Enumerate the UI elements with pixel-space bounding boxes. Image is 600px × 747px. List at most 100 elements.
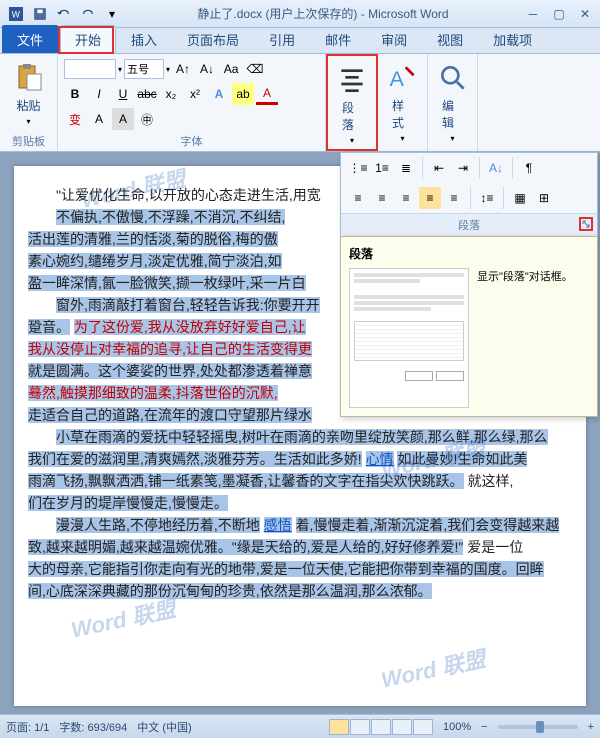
strikethrough-icon[interactable]: abc (136, 83, 158, 105)
group-editing: 编辑 ▾ (428, 54, 478, 151)
flyout-label-text: 段落 (458, 220, 480, 232)
zoom-in-icon[interactable]: + (588, 721, 594, 733)
qat-dropdown-icon[interactable]: ▾ (102, 4, 122, 24)
underline-icon[interactable]: U (112, 83, 134, 105)
web-layout-view-icon[interactable] (371, 719, 391, 735)
doc-text: 漫漫人生路,不停地经历着,不断地 (56, 517, 260, 533)
zoom-slider[interactable] (498, 725, 578, 729)
tab-review[interactable]: 审阅 (366, 25, 422, 53)
paragraph-dialog-launcher[interactable] (579, 217, 593, 231)
shading-icon[interactable]: ▦ (509, 187, 531, 209)
superscript-icon[interactable]: x² (184, 83, 206, 105)
ribbon: 粘贴 ▾ 剪贴板 ▾ 五号 ▾ A↑ A↓ Aa ⌫ B I U abc x (0, 54, 600, 152)
line-spacing-icon[interactable]: ↕≡ (476, 187, 498, 209)
multilevel-icon[interactable]: ≣ (395, 157, 417, 179)
doc-text: 间,心底深深典藏的那份沉甸甸的珍贵,依然是那么温润,那么浓郁。 (28, 583, 432, 599)
tooltip-preview-image (349, 268, 469, 408)
tab-view[interactable]: 视图 (422, 25, 478, 53)
hyperlink-xinqing[interactable]: 心情 (366, 451, 394, 467)
minimize-icon[interactable]: ─ (524, 6, 542, 22)
close-icon[interactable]: ✕ (576, 6, 594, 22)
distribute-icon[interactable]: ≡ (443, 187, 465, 209)
decrease-indent-icon[interactable]: ⇤ (428, 157, 450, 179)
increase-indent-icon[interactable]: ⇥ (452, 157, 474, 179)
tab-addins[interactable]: 加载项 (478, 25, 547, 53)
paste-label: 粘贴 (16, 97, 40, 114)
dropdown-icon: ▾ (26, 117, 30, 126)
tab-file[interactable]: 文件 (2, 25, 58, 53)
bold-icon[interactable]: B (64, 83, 86, 105)
save-icon[interactable] (30, 4, 50, 24)
zoom-out-icon[interactable]: − (481, 721, 487, 733)
outline-view-icon[interactable] (392, 719, 412, 735)
group-paragraph-collapsed: 段落 ▾ (326, 54, 378, 151)
align-center-icon[interactable]: ≡ (371, 187, 393, 209)
fullscreen-view-icon[interactable] (350, 719, 370, 735)
subscript-icon[interactable]: x₂ (160, 83, 182, 105)
tab-references[interactable]: 引用 (254, 25, 310, 53)
tab-mailings[interactable]: 邮件 (310, 25, 366, 53)
italic-icon[interactable]: I (88, 83, 110, 105)
text-effects-icon[interactable]: A (208, 83, 230, 105)
undo-icon[interactable] (54, 4, 74, 24)
font-size-combo[interactable]: 五号 (124, 59, 164, 79)
clear-format-icon[interactable]: ⌫ (244, 58, 266, 80)
show-marks-icon[interactable]: ¶ (518, 157, 540, 179)
styles-icon: A (387, 62, 419, 94)
paragraph-label: 段落 (342, 99, 362, 133)
align-right-icon[interactable]: ≡ (395, 187, 417, 209)
doc-text: 为了这份爱,我从没放弃好好爱自己,让 (74, 319, 306, 335)
tab-layout[interactable]: 页面布局 (172, 25, 254, 53)
zoom-level[interactable]: 100% (443, 721, 471, 733)
change-case-icon[interactable]: Aa (220, 58, 242, 80)
font-color-icon[interactable]: A (256, 83, 278, 105)
doc-text: 窗外,雨滴敲打着窗台,轻轻告诉我:你要开开 (56, 297, 320, 313)
font-name-combo[interactable] (64, 59, 116, 79)
doc-text: 们在岁月的堤岸慢慢走,慢慢走。 (28, 495, 228, 511)
enclose-char-icon[interactable]: ㊥ (136, 108, 158, 130)
sort-icon[interactable]: A↓ (485, 157, 507, 179)
tab-home[interactable]: 开始 (60, 25, 116, 53)
shrink-font-icon[interactable]: A↓ (196, 58, 218, 80)
highlight-icon[interactable]: ab (232, 83, 254, 105)
char-shading-icon[interactable]: A (112, 108, 134, 130)
paste-icon (13, 62, 45, 94)
word-app-icon[interactable]: W (6, 4, 26, 24)
word-count[interactable]: 字数: 693/694 (59, 719, 127, 735)
print-layout-view-icon[interactable] (329, 719, 349, 735)
language-indicator[interactable]: 中文 (中国) (137, 719, 191, 735)
paragraph-button[interactable]: 段落 ▾ (334, 60, 370, 149)
dropdown-icon: ▾ (350, 136, 354, 145)
tab-insert[interactable]: 插入 (116, 25, 172, 53)
title-bar: W ▾ 静止了.docx (用户上次保存的) - Microsoft Word … (0, 0, 600, 28)
doc-text: 如此曼妙!生命如此美 (397, 451, 527, 467)
group-font: ▾ 五号 ▾ A↑ A↓ Aa ⌫ B I U abc x₂ x² A ab A… (58, 54, 326, 151)
find-icon (437, 62, 469, 94)
page-indicator[interactable]: 页面: 1/1 (6, 719, 49, 735)
align-left-icon[interactable]: ≡ (347, 187, 369, 209)
paragraph-tooltip: 段落 显示"段落"对话框。 (340, 236, 598, 417)
grow-font-icon[interactable]: A↑ (172, 58, 194, 80)
redo-icon[interactable] (78, 4, 98, 24)
status-bar: 页面: 1/1 字数: 693/694 中文 (中国) 100% − + (0, 714, 600, 738)
group-clipboard: 粘贴 ▾ 剪贴板 (0, 54, 58, 151)
char-border-icon[interactable]: A (88, 108, 110, 130)
numbering-icon[interactable]: 1≡ (371, 157, 393, 179)
maximize-icon[interactable]: ▢ (550, 6, 568, 22)
paste-button[interactable]: 粘贴 ▾ (6, 58, 51, 130)
editing-label: 编辑 (442, 97, 463, 131)
styles-button[interactable]: A 样式 ▾ (384, 58, 421, 147)
draft-view-icon[interactable] (413, 719, 433, 735)
paragraph-flyout: ⋮≡ 1≡ ≣ ⇤ ⇥ A↓ ¶ ≡ ≡ ≡ ≡ ≡ ↕≡ ▦ ⊞ 段落 (340, 152, 598, 237)
zoom-thumb[interactable] (536, 721, 544, 733)
editing-button[interactable]: 编辑 ▾ (434, 58, 471, 147)
pinyin-icon[interactable]: 变 (64, 108, 86, 130)
bullets-icon[interactable]: ⋮≡ (347, 157, 369, 179)
svg-text:W: W (12, 9, 21, 19)
svg-text:A: A (389, 67, 404, 91)
hyperlink-ganwu[interactable]: 感悟 (264, 517, 292, 533)
window-title: 静止了.docx (用户上次保存的) - Microsoft Word (122, 5, 524, 22)
borders-icon[interactable]: ⊞ (533, 187, 555, 209)
justify-icon[interactable]: ≡ (419, 187, 441, 209)
doc-text: 素心婉约,缱绻岁月,淡定优雅,简宁淡泊,如 (28, 253, 282, 269)
